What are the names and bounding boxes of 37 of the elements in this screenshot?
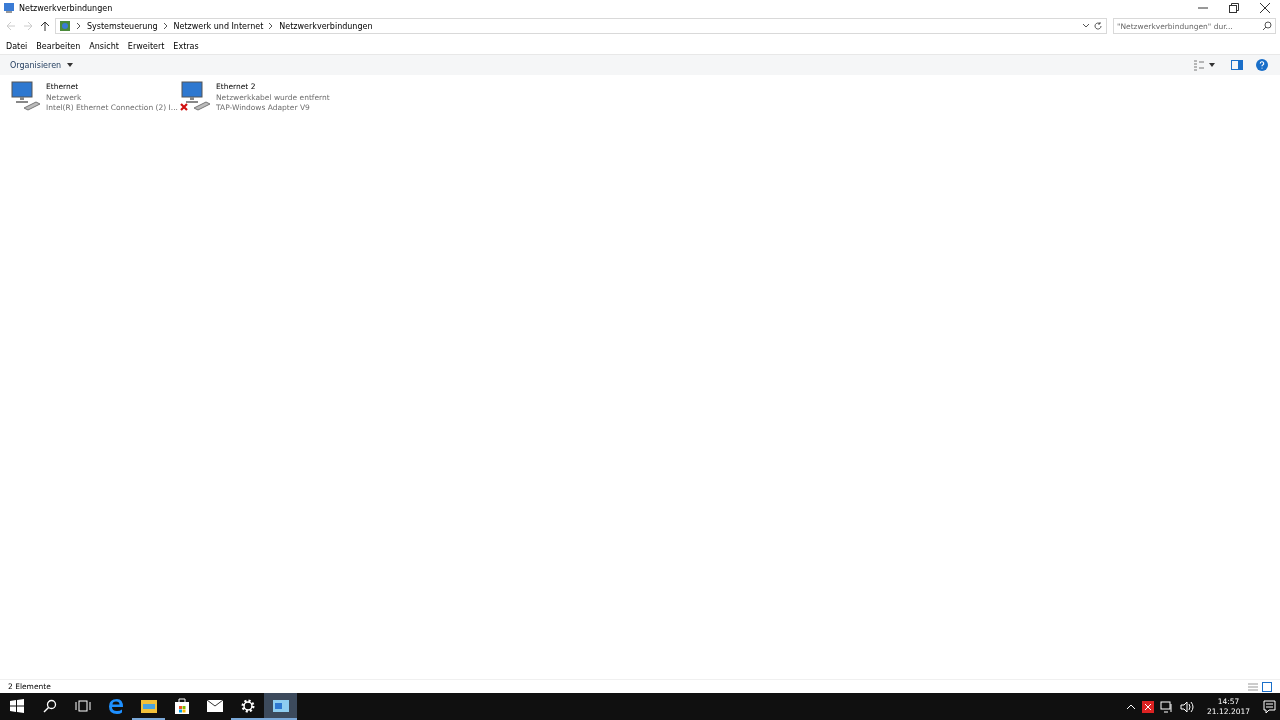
notification-icon[interactable] [1263, 699, 1277, 714]
search-icon[interactable] [42, 698, 57, 713]
preview-pane-icon[interactable] [1231, 59, 1243, 71]
breadcrumb[interactable]: Netzwerkverbindungen [279, 21, 373, 31]
up-arrow-icon[interactable] [40, 21, 50, 31]
menu-item[interactable]: Extras [173, 41, 199, 51]
organize-button[interactable]: Organisieren [8, 58, 64, 72]
app-tray-icon[interactable] [1142, 700, 1155, 713]
window-title: Netzwerkverbindungen [19, 3, 113, 13]
menu-item[interactable]: Erweitert [127, 41, 165, 51]
chevron-right-icon[interactable] [268, 22, 275, 30]
restore-icon[interactable] [1228, 3, 1239, 13]
chevron-right-icon[interactable] [76, 22, 82, 30]
search-icon [1262, 21, 1272, 31]
network-window-icon[interactable] [264, 693, 297, 720]
caret-icon[interactable] [1208, 61, 1216, 69]
chevron-right-icon[interactable] [162, 22, 169, 30]
refresh-icon[interactable] [1093, 21, 1103, 31]
breadcrumb[interactable]: Systemsteuerung [87, 21, 158, 31]
address-bar[interactable]: Systemsteuerung Netzwerk und Internet Netzwerkverbindungen [55, 18, 1107, 34]
menu-item[interactable]: Bearbeiten [36, 41, 81, 51]
network-folder-icon [3, 2, 15, 14]
menu-item[interactable]: Datei [6, 41, 28, 51]
dropdown-chevron-icon[interactable] [1082, 22, 1090, 30]
network-tray-icon[interactable] [1160, 700, 1175, 713]
network-adapter-icon[interactable] [180, 80, 212, 112]
windows-logo-icon[interactable] [9, 698, 24, 713]
breadcrumb[interactable]: Netzwerk und Internet [173, 21, 264, 31]
close-icon[interactable] [1259, 3, 1270, 13]
network-adapter-icon[interactable] [10, 80, 42, 112]
speaker-icon[interactable] [1180, 700, 1195, 713]
menu-item[interactable]: Ansicht [89, 41, 119, 51]
caret-icon [66, 61, 75, 69]
large-icons-view-icon[interactable] [1262, 681, 1272, 692]
control-panel-icon [59, 20, 71, 32]
help-icon[interactable] [1256, 59, 1268, 71]
task-view-icon[interactable] [74, 698, 91, 713]
